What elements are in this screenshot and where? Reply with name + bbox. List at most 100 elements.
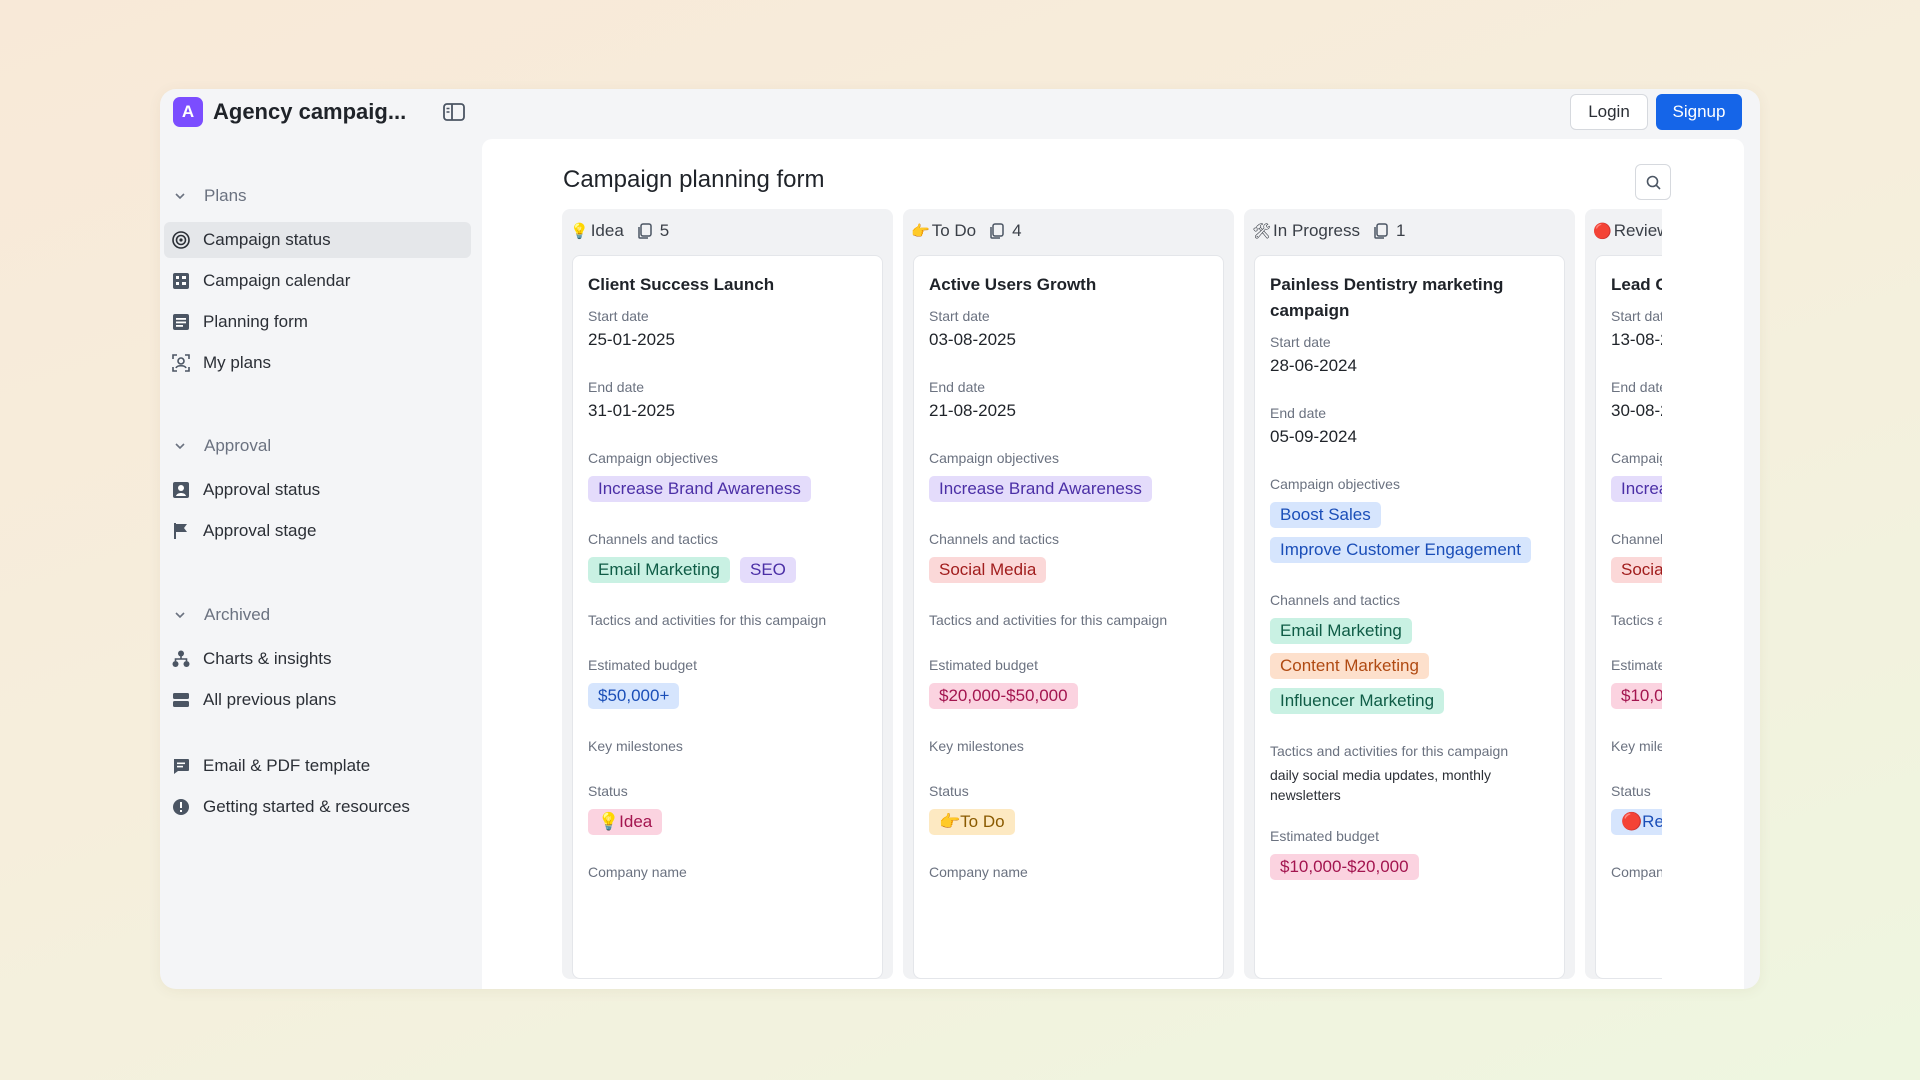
channel-tag: SEO (740, 557, 796, 583)
login-button[interactable]: Login (1570, 94, 1648, 130)
kanban-card[interactable]: Client Success Launch Start date 25-01-2… (572, 255, 883, 979)
end-date-value: 30-08-2( (1611, 401, 1662, 420)
section-plans[interactable]: Plans (170, 183, 247, 209)
start-date-value: 13-08-2( (1611, 330, 1662, 349)
chevron-down-icon (175, 193, 185, 200)
sidebar-item-label: Email & PDF template (203, 756, 371, 775)
channels-label: Channels and tactics (929, 531, 1059, 547)
stack-icon (173, 693, 189, 707)
column-count: 5 (659, 221, 670, 240)
app-logo[interactable]: A (173, 97, 203, 127)
objectives-label: Campaign objectives (1270, 476, 1400, 492)
channels-label: Channels and tactics (588, 531, 718, 547)
start-date-label: Start date (1611, 308, 1662, 324)
person-badge-icon (173, 482, 189, 498)
main-panel: Campaign planning form 💡 Idea 5 Client S… (482, 139, 1744, 989)
page-title: Campaign planning form (563, 166, 825, 193)
sidebar: Plans Campaign status Campaign calendar … (160, 139, 480, 989)
channel-tag: Influencer Marketing (1270, 688, 1445, 714)
budget-label: Estimated budget (929, 657, 1038, 673)
objective-tag: Improve Customer Engagement (1270, 537, 1531, 563)
signup-button[interactable]: Signup (1656, 94, 1742, 130)
start-date-value: 25-01-2025 (588, 330, 675, 349)
company-label: Company name (588, 864, 687, 880)
section-label: Archived (204, 605, 271, 624)
flag-icon (174, 523, 187, 539)
section-label: Approval (204, 436, 272, 455)
cards-count-icon (638, 223, 652, 239)
status-tag: 💡Idea (588, 809, 663, 835)
sidebar-item-label: Campaign calendar (203, 271, 351, 290)
target-icon (172, 231, 190, 249)
tools-icon: 🛠 (1252, 223, 1272, 240)
kanban-card[interactable]: Painless Dentistry marketing campaign St… (1254, 255, 1565, 979)
budget-tag: $10,000 (1611, 683, 1662, 709)
status-label: Status (1611, 783, 1651, 799)
message-icon (174, 759, 189, 774)
end-date-value: 31-01-2025 (588, 401, 675, 420)
end-date-value: 05-09-2024 (1270, 427, 1357, 446)
channel-tag: Social Media (929, 557, 1047, 583)
sidebar-item-my-plans[interactable]: My plans (164, 345, 471, 381)
section-label: Plans (204, 186, 247, 205)
sidebar-item-label: My plans (203, 353, 272, 372)
sidebar-item-getting-started[interactable]: Getting started & resources (164, 789, 471, 825)
column-header[interactable]: 👉 To Do 4 (911, 219, 1022, 243)
sidebar-item-label: Approval status (203, 480, 321, 499)
end-date-label: End date (1270, 405, 1327, 421)
chevron-down-icon (175, 612, 185, 619)
column-header[interactable]: 🔴 Review (1593, 219, 1662, 243)
sidebar-item-charts-insights[interactable]: Charts & insights (164, 641, 471, 677)
channel-tag: Social M (1611, 557, 1662, 583)
objectives-label: Campaign objectives (929, 450, 1059, 466)
objectives-label: Campaign (1611, 450, 1662, 466)
app-title[interactable]: Agency campaig... (213, 99, 406, 125)
lightbulb-icon: 💡 (570, 223, 589, 240)
sidebar-toggle-icon[interactable] (441, 99, 467, 125)
sidebar-item-all-previous-plans[interactable]: All previous plans (164, 682, 471, 718)
sidebar-item-email-pdf-template[interactable]: Email & PDF template (164, 748, 471, 784)
kanban-column-todo: 👉 To Do 4 Active Users Growth Start date… (903, 209, 1234, 979)
column-count: 4 (1012, 221, 1022, 240)
form-icon (173, 314, 189, 330)
sidebar-item-label: Campaign status (203, 230, 331, 249)
sidebar-item-approval-status[interactable]: Approval status (164, 472, 471, 508)
end-date-value: 21-08-2025 (929, 401, 1016, 420)
column-header[interactable]: 💡 Idea 5 (570, 219, 669, 243)
search-button[interactable] (1635, 164, 1671, 200)
sidebar-item-planning-form[interactable]: Planning form (164, 304, 471, 340)
app-window: A Agency campaig... Login Signup Plans C… (160, 89, 1760, 989)
column-name: To Do (931, 221, 977, 240)
status-label: Status (588, 783, 628, 799)
card-title: Painless Dentistry marketing campaign (1270, 275, 1504, 320)
channel-tag: Email Marketing (588, 557, 730, 583)
sidebar-item-label: Getting started & resources (203, 797, 410, 816)
cards-count-icon (1374, 223, 1388, 239)
objective-tag: Increase Brand Awareness (588, 476, 811, 502)
budget-tag: $50,000+ (588, 683, 680, 709)
section-archived[interactable]: Archived (170, 602, 270, 628)
section-approval[interactable]: Approval (170, 433, 271, 459)
status-tag: 🔴Revie (1611, 809, 1662, 835)
channel-tag: Content Marketing (1270, 653, 1429, 679)
sidebar-item-campaign-calendar[interactable]: Campaign calendar (164, 263, 471, 299)
kanban-card[interactable]: Lead Ger Start date 13-08-2( End date 30… (1595, 255, 1662, 979)
company-label: Company name (929, 864, 1028, 880)
tactics-label: Tactics an (1611, 612, 1662, 628)
milestones-label: Key milestones (588, 738, 683, 754)
sidebar-item-label: Planning form (203, 312, 308, 331)
start-date-value: 03-08-2025 (929, 330, 1016, 349)
info-icon (173, 799, 189, 815)
start-date-label: Start date (1270, 334, 1331, 350)
status-tag: 👉To Do (929, 809, 1015, 835)
top-bar: A Agency campaig... Login Signup (160, 89, 1760, 139)
person-scan-icon (172, 354, 190, 372)
sidebar-item-approval-stage[interactable]: Approval stage (164, 513, 471, 549)
channels-label: Channels and tactics (1270, 592, 1400, 608)
kanban-column-idea: 💡 Idea 5 Client Success Launch Start dat… (562, 209, 893, 979)
tactics-label: Tactics and activities for this campaign (588, 612, 827, 628)
sidebar-item-campaign-status[interactable]: Campaign status (164, 222, 471, 258)
start-date-label: Start date (588, 308, 649, 324)
column-header[interactable]: 🛠 In Progress 1 (1252, 219, 1405, 243)
kanban-card[interactable]: Active Users Growth Start date 03-08-202… (913, 255, 1224, 979)
